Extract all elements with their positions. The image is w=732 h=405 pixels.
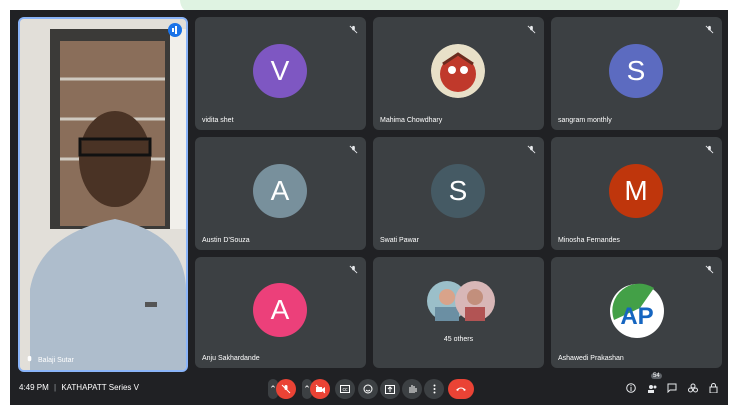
mic-off-icon — [527, 25, 536, 34]
self-view-name: Balaji Sutar — [38, 357, 74, 364]
participant-tile[interactable]: V vidita shet — [195, 17, 366, 130]
participant-name: Mahima Chowdhary — [380, 117, 443, 124]
info-icon — [626, 383, 636, 393]
camera-off-icon — [315, 384, 325, 394]
participant-name: Ashawedi Prakashan — [558, 355, 624, 362]
mic-off-icon — [349, 145, 358, 154]
more-icon — [433, 384, 435, 394]
participant-tile[interactable]: AP Ashawedi Prakashan — [551, 257, 722, 368]
participant-tile[interactable]: A Austin D'Souza — [195, 137, 366, 250]
participant-name: Austin D'Souza — [202, 237, 250, 244]
participant-name: Minosha Fernandes — [558, 237, 620, 244]
pin-icon — [27, 355, 32, 362]
emoji-icon — [363, 384, 373, 394]
captions-icon: cc — [340, 385, 350, 393]
mic-off-icon — [705, 145, 714, 154]
meeting-details-button[interactable] — [624, 380, 638, 396]
participant-tile[interactable]: Mahima Chowdhary — [373, 17, 544, 130]
chat-icon — [667, 383, 677, 393]
avatar: S — [431, 164, 485, 218]
self-view-tile[interactable]: Balaji Sutar — [18, 17, 188, 372]
lock-icon — [709, 383, 717, 393]
participant-name: Anju Sakhardande — [202, 355, 260, 362]
leave-call-button[interactable] — [448, 379, 474, 399]
participant-count-badge: 54 — [651, 373, 662, 379]
mic-off-icon — [281, 384, 291, 394]
ap-logo-avatar: AP — [610, 283, 664, 338]
people-button[interactable] — [645, 380, 659, 396]
avatar: M — [609, 164, 663, 218]
participant-tile[interactable]: S Swati Pawar — [373, 137, 544, 250]
others-count-label: 45 others — [443, 336, 474, 343]
participant-tile[interactable]: A Anju Sakhardande — [195, 257, 366, 368]
people-icon — [647, 384, 656, 393]
raise-hand-button[interactable] — [402, 379, 422, 399]
meeting-title: KATHAPATT Series V — [61, 383, 139, 392]
call-end-icon — [456, 387, 466, 391]
avatar: A — [253, 283, 307, 337]
others-tile[interactable]: 45 others — [373, 257, 544, 368]
camera-toggle-button[interactable] — [310, 379, 330, 399]
self-video — [20, 19, 186, 370]
svg-text:AP: AP — [620, 303, 653, 330]
activities-button[interactable] — [686, 380, 700, 396]
mic-off-icon — [349, 25, 358, 34]
emoji-button[interactable] — [358, 379, 378, 399]
present-button[interactable] — [380, 379, 400, 399]
svg-text:cc: cc — [343, 387, 349, 393]
participant-name: Swati Pawar — [380, 237, 419, 244]
activities-icon — [688, 383, 698, 393]
chat-button[interactable] — [665, 380, 679, 396]
meeting-time: 4:49 PM — [19, 383, 49, 392]
captions-button[interactable]: cc — [335, 379, 355, 399]
separator: | — [54, 383, 57, 392]
participant-name: sangram monthly — [558, 117, 612, 124]
participant-tile[interactable]: M Minosha Fernandes — [551, 137, 722, 250]
mic-toggle-button[interactable] — [276, 379, 296, 399]
participant-tile[interactable]: S sangram monthly — [551, 17, 722, 130]
present-icon — [385, 384, 395, 394]
avatar: V — [253, 44, 307, 98]
raise-hand-icon — [409, 385, 416, 393]
mic-off-icon — [349, 265, 358, 274]
meeting-info: 4:49 PM | KATHAPATT Series V — [19, 383, 139, 392]
mic-off-icon — [705, 265, 714, 274]
mic-off-icon — [527, 145, 536, 154]
mic-off-icon — [705, 25, 714, 34]
avatar: S — [609, 44, 663, 98]
more-options-button[interactable] — [424, 379, 444, 399]
avatar-photo — [431, 44, 485, 98]
host-controls-button[interactable] — [706, 380, 720, 396]
participant-name: vidita shet — [202, 117, 234, 124]
speaking-icon — [168, 23, 182, 37]
avatar: A — [253, 164, 307, 218]
others-avatar — [455, 281, 495, 321]
